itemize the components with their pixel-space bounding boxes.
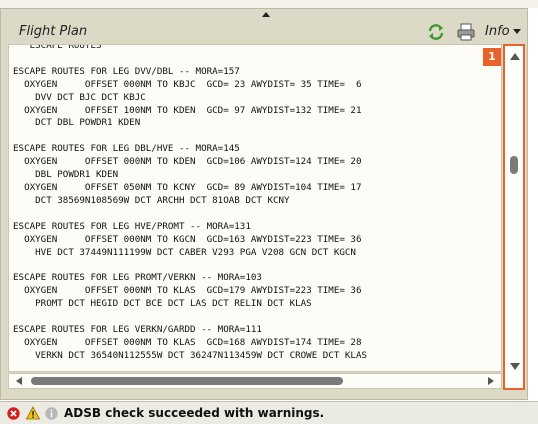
text-line: OXYGEN OFFSET 000NM TO KLAS GCD=168 AWYD… xyxy=(13,336,362,348)
status-message: ADSB check succeeded with warnings. xyxy=(64,406,325,420)
refresh-icon[interactable] xyxy=(426,22,446,42)
text-line: HVE DCT 37449N111199W DCT CABER V293 PGA… xyxy=(13,246,356,258)
escape-routes-text: ESCAPE ROUTES ESCAPE ROUTES FOR LEG DVV/… xyxy=(13,44,368,363)
scroll-up-arrow-icon[interactable] xyxy=(510,53,520,60)
info-menu-button[interactable]: Info xyxy=(485,24,521,39)
vertical-scrollbar[interactable] xyxy=(503,44,525,390)
text-line: OXYGEN OFFSET 000NM TO KGCN GCD=163 AWYD… xyxy=(13,233,362,245)
horizontal-scroll-thumb[interactable] xyxy=(31,377,343,385)
text-line: OXYGEN OFFSET 000NM TO KLAS GCD=179 AWYD… xyxy=(13,285,362,297)
scroll-left-arrow-icon[interactable] xyxy=(16,377,22,385)
annotation-badge: 1 xyxy=(483,48,501,66)
text-line: OXYGEN OFFSET 000NM TO KDEN GCD=106 AWYD… xyxy=(13,156,362,168)
text-line: ESCAPE ROUTES FOR LEG PROMT/VERKN -- MOR… xyxy=(13,272,262,284)
chevron-down-icon xyxy=(512,29,521,34)
text-line: VERKN DCT 36540N112555W DCT 36247N113459… xyxy=(13,349,368,361)
text-line: ESCAPE ROUTES xyxy=(13,44,102,51)
printer-icon[interactable] xyxy=(456,22,476,42)
info-icon[interactable] xyxy=(45,407,58,420)
text-line: ESCAPE ROUTES FOR LEG DVV/DBL -- MORA=15… xyxy=(13,65,240,77)
horizontal-scrollbar[interactable] xyxy=(8,373,502,389)
text-line: DBL POWDR1 KDEN xyxy=(13,169,119,181)
text-line: ESCAPE ROUTES FOR LEG HVE/PROMT -- MORA=… xyxy=(13,220,251,232)
top-strip xyxy=(0,0,538,8)
info-menu-label: Info xyxy=(485,24,510,39)
text-line: ESCAPE ROUTES FOR LEG VERKN/GARDD -- MOR… xyxy=(13,323,262,335)
warning-icon[interactable] xyxy=(26,406,40,420)
text-line: DVV DCT BJC DCT KBJC xyxy=(13,91,146,103)
status-bar: ADSB check succeeded with warnings. xyxy=(0,401,538,424)
scroll-down-arrow-icon[interactable] xyxy=(510,363,520,370)
text-line: DCT 38569N108569W DCT ARCHH DCT 81OAB DC… xyxy=(13,194,290,206)
collapse-up-icon[interactable] xyxy=(262,12,270,17)
text-line: OXYGEN OFFSET 050NM TO KCNY GCD= 89 AWYD… xyxy=(13,181,362,193)
text-line: DCT DBL POWDR1 KDEN xyxy=(13,117,141,129)
text-line: OXYGEN OFFSET 000NM TO KBJC GCD= 23 AWYD… xyxy=(13,78,362,90)
vertical-scroll-thumb[interactable] xyxy=(510,156,518,174)
text-line: ESCAPE ROUTES FOR LEG DBL/HVE -- MORA=14… xyxy=(13,143,240,155)
error-icon[interactable] xyxy=(7,407,20,420)
text-line: OXYGEN OFFSET 100NM TO KDEN GCD= 97 AWYD… xyxy=(13,104,362,116)
panel-header: Flight Plan Info xyxy=(8,20,524,44)
text-line: PROMT DCT HEGID DCT BCE DCT LAS DCT RELI… xyxy=(13,298,312,310)
escape-routes-text-area[interactable]: ESCAPE ROUTES ESCAPE ROUTES FOR LEG DVV/… xyxy=(8,44,502,372)
scroll-right-arrow-icon[interactable] xyxy=(488,377,494,385)
panel-title: Flight Plan xyxy=(19,24,88,39)
